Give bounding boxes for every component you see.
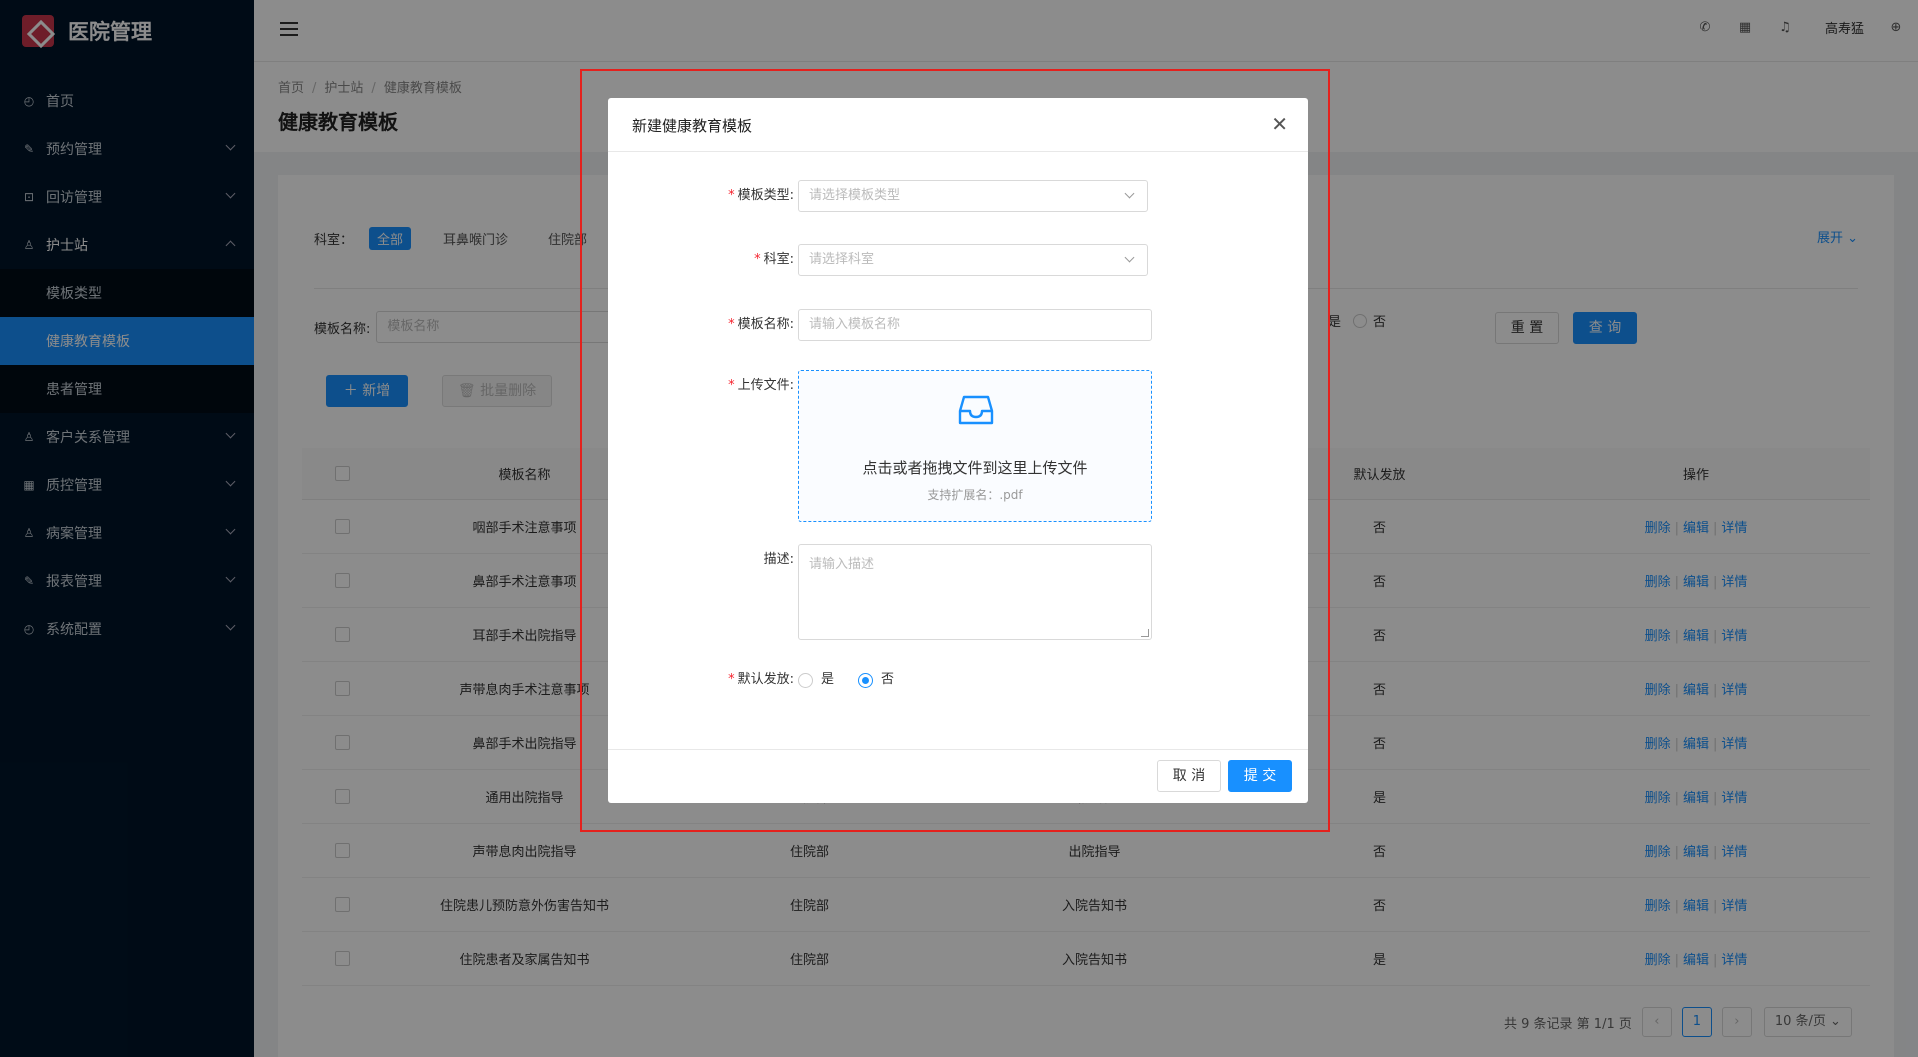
default-label-text: 默认发放:: [737, 672, 794, 687]
form-label-default: * 默认发放:: [728, 672, 794, 687]
default-yes-label[interactable]: 是: [821, 664, 834, 696]
form-row-name: * 模板名称: 请输入模板名称: [608, 309, 1152, 341]
form-row-desc: 描述: 请输入描述: [608, 544, 1152, 640]
form-label-name: * 模板名称:: [728, 317, 794, 332]
modal-footer: 取 消 提 交: [608, 749, 1308, 803]
dept-select[interactable]: 请选择科室: [798, 244, 1148, 276]
form-label-type: * 模板类型:: [728, 188, 794, 203]
resize-handle[interactable]: [1141, 629, 1149, 637]
default-yes-radio[interactable]: [798, 672, 813, 688]
cancel-button[interactable]: 取 消: [1157, 760, 1221, 792]
default-radio-group: 是 否: [798, 664, 918, 696]
description-textarea[interactable]: 请输入描述: [798, 544, 1152, 640]
modal-title: 新建健康教育模板: [632, 117, 753, 135]
name-label-text: 模板名称:: [737, 317, 794, 332]
modal-header: 新建健康教育模板 ✕: [608, 98, 1308, 152]
desc-label-text: 描述:: [763, 552, 794, 567]
desc-placeholder: 请输入描述: [809, 557, 875, 572]
template-name-field[interactable]: 请输入模板名称: [798, 309, 1152, 341]
form-row-default: * 默认发放: 是 否: [608, 664, 918, 696]
form-label-desc: 描述:: [608, 544, 794, 576]
upload-text: 点击或者拖拽文件到这里上传文件: [862, 459, 1088, 477]
form-row-dept: * 科室: 请选择科室: [608, 244, 1148, 276]
form-label-dept: * 科室:: [754, 252, 794, 267]
type-placeholder: 请选择模板类型: [809, 188, 901, 203]
template-type-select[interactable]: 请选择模板类型: [798, 180, 1148, 212]
submit-button[interactable]: 提 交: [1228, 760, 1292, 792]
dept-placeholder: 请选择科室: [809, 252, 875, 267]
close-icon[interactable]: ✕: [1271, 114, 1288, 134]
upload-label-text: 上传文件:: [737, 378, 794, 393]
default-no-radio[interactable]: [858, 672, 874, 688]
form-row-type: * 模板类型: 请选择模板类型: [608, 180, 1148, 212]
chevron-down-icon: [1124, 188, 1135, 199]
type-label-text: 模板类型:: [737, 188, 794, 203]
form-label-upload: * 上传文件:: [728, 378, 794, 393]
new-template-modal: 新建健康教育模板 ✕ * 模板类型: 请选择模板类型 * 科室: 请选择科室 * 模板…: [608, 98, 1308, 803]
upload-dropzone[interactable]: 点击或者拖拽文件到这里上传文件 支持扩展名：.pdf: [798, 370, 1152, 522]
dept-label-text: 科室:: [763, 252, 794, 267]
chevron-down-icon: [1124, 252, 1135, 263]
default-no-label[interactable]: 否: [881, 664, 894, 696]
inbox-icon: [958, 395, 994, 425]
form-row-upload: * 上传文件: 点击或者拖拽文件到这里上传文件 支持扩展名：.pdf: [608, 370, 1152, 522]
upload-hint: 支持扩展名：.pdf: [927, 488, 1023, 502]
